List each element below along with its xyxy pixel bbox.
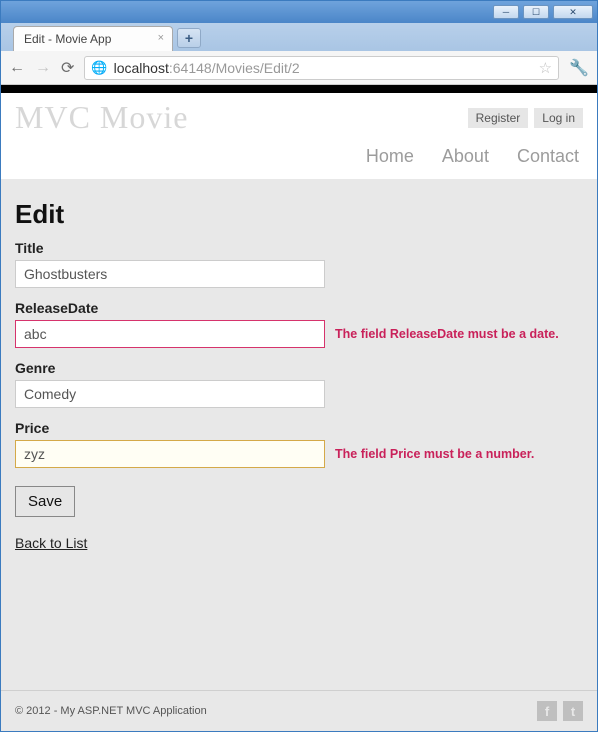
input-price[interactable] [15,440,325,468]
close-tab-icon[interactable]: × [158,32,164,44]
site-header: MVC Movie Register Log in Home About Con… [1,93,597,179]
field-releasedate: ReleaseDate The field ReleaseDate must b… [15,300,583,348]
nav-home[interactable]: Home [366,146,414,167]
label-price: Price [15,420,583,436]
error-price: The field Price must be a number. [335,447,534,461]
nav-about[interactable]: About [442,146,489,167]
input-releasedate[interactable] [15,320,325,348]
forward-icon: → [35,59,51,77]
facebook-icon[interactable]: f [537,701,557,721]
auth-links: Register Log in [468,108,583,128]
footer-copyright: © 2012 - My ASP.NET MVC Application [15,705,207,717]
label-title: Title [15,240,583,256]
save-button[interactable]: Save [15,486,75,517]
reload-icon[interactable]: ⟳ [61,58,74,78]
minimize-button[interactable]: ─ [493,5,519,19]
back-icon[interactable]: ← [9,59,25,77]
wrench-icon[interactable]: 🔧 [569,58,589,78]
back-to-list-link[interactable]: Back to List [15,535,87,551]
browser-tab[interactable]: Edit - Movie App × [13,26,173,51]
top-black-bar [1,85,597,93]
page-heading: Edit [15,199,583,230]
page-content: Edit Title ReleaseDate The field Release… [1,179,597,690]
nav-contact[interactable]: Contact [517,146,579,167]
label-genre: Genre [15,360,583,376]
bookmark-star-icon[interactable]: ☆ [539,59,552,77]
register-link[interactable]: Register [468,108,529,128]
browser-window: ─ ☐ ✕ Edit - Movie App × + ← → ⟳ 🌐 local… [0,0,598,732]
tab-title: Edit - Movie App [24,32,111,46]
field-genre: Genre [15,360,583,408]
globe-icon: 🌐 [91,60,107,76]
social-links: f t [537,701,583,721]
error-releasedate: The field ReleaseDate must be a date. [335,327,559,341]
field-price: Price The field Price must be a number. [15,420,583,468]
browser-toolbar: ← → ⟳ 🌐 localhost:64148/Movies/Edit/2 ☆ … [1,51,597,85]
field-title: Title [15,240,583,288]
browser-tabbar: Edit - Movie App × + [1,23,597,51]
input-genre[interactable] [15,380,325,408]
twitter-icon[interactable]: t [563,701,583,721]
login-link[interactable]: Log in [534,108,583,128]
new-tab-button[interactable]: + [177,28,201,48]
site-footer: © 2012 - My ASP.NET MVC Application f t [1,690,597,731]
close-window-button[interactable]: ✕ [553,5,593,19]
label-releasedate: ReleaseDate [15,300,583,316]
input-title[interactable] [15,260,325,288]
address-bar[interactable]: 🌐 localhost:64148/Movies/Edit/2 ☆ [84,56,559,80]
main-nav: Home About Contact [15,136,583,179]
maximize-button[interactable]: ☐ [523,5,549,19]
window-titlebar: ─ ☐ ✕ [1,1,597,23]
site-logo[interactable]: MVC Movie [15,99,188,136]
url-text: localhost:64148/Movies/Edit/2 [114,60,300,76]
